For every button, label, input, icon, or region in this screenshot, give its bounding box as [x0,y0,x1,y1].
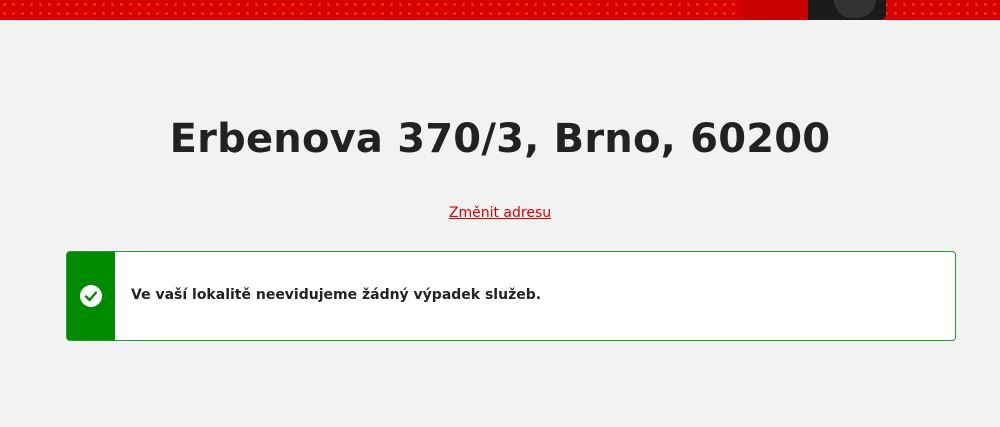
hero-person-jacket [738,0,808,20]
address-title: Erbenova 370/3, Brno, 60200 [169,116,831,162]
status-message: Ve vaší lokalitě neevidujeme žádný výpad… [131,287,542,303]
hero-banner [0,0,1000,20]
hero-banner-image [738,0,898,20]
change-address-link[interactable]: Změnit adresu [449,205,551,221]
status-stripe [67,252,115,340]
outage-status-box: Ve vaší lokalitě neevidujeme žádný výpad… [66,251,956,341]
check-circle-icon [80,285,102,307]
change-address-container: Změnit adresu [0,205,1000,221]
